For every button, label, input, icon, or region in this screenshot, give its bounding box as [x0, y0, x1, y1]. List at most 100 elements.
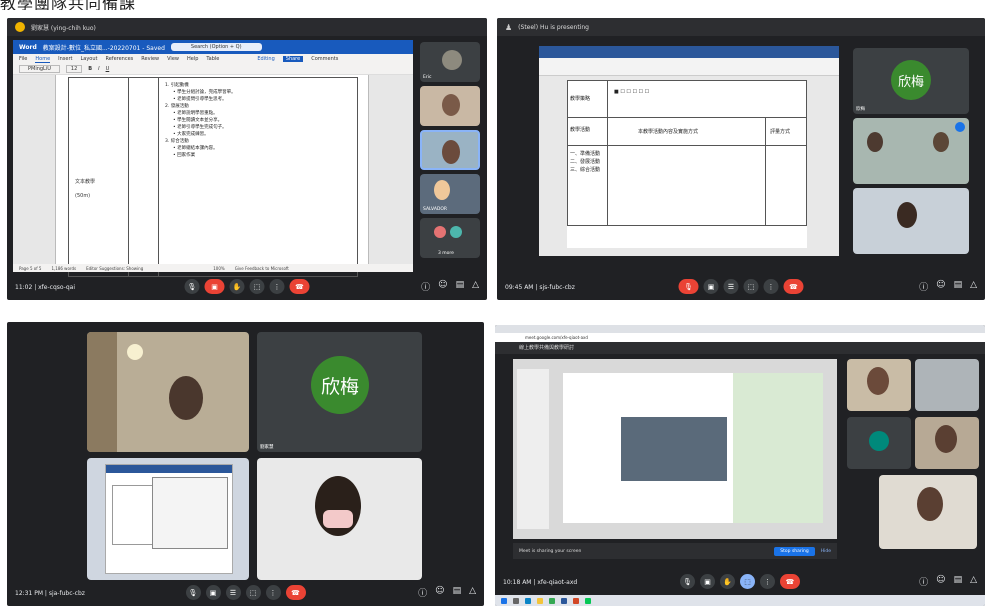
participant-tile[interactable]	[879, 475, 977, 549]
info-icon[interactable]: ⓘ	[421, 280, 430, 293]
camera-button[interactable]: ▣	[703, 279, 719, 294]
line-icon[interactable]	[585, 597, 591, 604]
info-icon[interactable]: ⓘ	[919, 280, 928, 293]
captions-button[interactable]: ☰	[723, 279, 739, 294]
participant-tile[interactable]	[87, 332, 249, 452]
present-button[interactable]: ⬚	[740, 574, 755, 589]
tab-home[interactable]: Home	[35, 56, 51, 63]
word-file-name[interactable]: 教案設計-數位_私立國...-20220701 - Saved	[43, 43, 165, 52]
present-button[interactable]: ⬚	[245, 585, 261, 600]
participant-tile[interactable]: 欣梅 欣梅	[853, 48, 969, 114]
tab-review[interactable]: Review	[141, 56, 159, 62]
present-button[interactable]: ⬚	[743, 279, 759, 294]
more-options-button[interactable]: ⋮	[760, 574, 775, 589]
tab-layout[interactable]: Layout	[80, 56, 97, 62]
participant-tile[interactable]	[915, 359, 979, 411]
camera-button[interactable]: ▣	[700, 574, 715, 589]
meet-controls: 10:18 AM | xfe-qiaot-axd 🎙 ▣ ✋ ⬚ ⋮ ☎ ⓘ ☺…	[495, 569, 985, 595]
more-participants-tile[interactable]: 3 more	[420, 218, 480, 258]
captions-button[interactable]: ☰	[225, 585, 241, 600]
editing-button[interactable]: Editing	[257, 56, 274, 62]
comments-button[interactable]: Comments	[311, 56, 338, 62]
present-button[interactable]: ⬚	[249, 279, 265, 294]
raise-hand-button[interactable]: ✋	[720, 574, 735, 589]
more-options-button[interactable]: ⋮	[265, 585, 281, 600]
participant-tile[interactable]	[847, 417, 911, 469]
participant-tile[interactable]	[915, 417, 979, 469]
activities-icon[interactable]: △	[970, 575, 977, 588]
mic-off-button[interactable]: 🎙	[678, 279, 699, 294]
chrome-icon[interactable]	[549, 597, 555, 604]
edge-icon[interactable]	[525, 597, 531, 604]
participant-tile[interactable]: Eric	[420, 42, 480, 82]
mic-button[interactable]: 🎙	[680, 574, 695, 589]
meeting-info: 09:45 AM | sjs-fubc-cbz	[505, 283, 575, 291]
more-options-button[interactable]: ⋮	[763, 279, 779, 294]
tab-view[interactable]: View	[167, 56, 179, 62]
people-icon[interactable]: ☺	[936, 575, 945, 588]
status-feedback[interactable]: Give Feedback to Microsoft	[235, 266, 289, 271]
share-button[interactable]: Share	[282, 56, 304, 62]
word-document-window[interactable]: Word 教案設計-數位_私立國...-20220701 - Saved Sea…	[13, 40, 413, 277]
activities-icon[interactable]: △	[472, 280, 479, 293]
participant-tile[interactable]	[257, 458, 422, 580]
start-icon[interactable]	[501, 597, 507, 604]
chat-icon[interactable]: ▤	[456, 280, 465, 293]
url-text[interactable]: meet.google.com/xfe-qiaot-axd	[525, 335, 588, 340]
word-icon[interactable]	[561, 597, 567, 604]
tab-help[interactable]: Help	[187, 56, 198, 62]
info-icon[interactable]: ⓘ	[919, 575, 928, 588]
end-call-button[interactable]: ☎	[285, 585, 306, 600]
activities-icon[interactable]: △	[970, 280, 977, 293]
mic-button[interactable]: 🎙	[184, 279, 200, 294]
tab-table[interactable]: Table	[206, 56, 219, 62]
people-icon[interactable]: ☺	[936, 280, 945, 293]
italic-button[interactable]: I	[98, 66, 99, 72]
more-options-button[interactable]: ⋮	[269, 279, 285, 294]
stop-sharing-button[interactable]: Stop sharing	[774, 546, 815, 556]
doc-cell: 本教學活動內容及實施方式	[608, 118, 766, 145]
powerpoint-icon[interactable]	[573, 597, 579, 604]
participant-tile[interactable]: SALVADOR	[420, 174, 480, 214]
tab-insert[interactable]: Insert	[58, 56, 72, 62]
participant-tile[interactable]	[847, 359, 911, 411]
chat-icon[interactable]: ▤	[954, 280, 963, 293]
shared-screen-tile[interactable]	[87, 458, 249, 580]
activities-icon[interactable]: △	[469, 586, 476, 599]
camera-button[interactable]: ▣	[205, 585, 221, 600]
info-icon[interactable]: ⓘ	[418, 586, 427, 599]
status-zoom[interactable]: 100%	[213, 266, 224, 271]
pin-icon[interactable]	[955, 122, 965, 132]
participant-tile-active[interactable]	[420, 130, 480, 170]
people-icon[interactable]: ☺	[435, 586, 444, 599]
end-call-button[interactable]: ☎	[783, 279, 804, 294]
participant-tile[interactable]	[420, 86, 480, 126]
end-call-button[interactable]: ☎	[289, 279, 310, 294]
mic-button[interactable]: 🎙	[185, 585, 201, 600]
raise-hand-button[interactable]: ✋	[229, 279, 245, 294]
bold-button[interactable]: B	[88, 66, 92, 72]
hide-button[interactable]: Hide	[821, 549, 837, 554]
folder-icon[interactable]	[537, 597, 543, 604]
shared-word-document[interactable]: 教學策略 ■ ☐ ☐ ☐ ☐ ☐ 教學活動 本教學活動內容及實施方式 評量方式 …	[539, 46, 839, 256]
shared-powerpoint[interactable]	[513, 359, 837, 539]
word-page[interactable]: 文本教學 (50m) 1. 引起動機 • 學生分組討論，完成學習單。 • 老師提…	[55, 75, 369, 277]
table-col-blank	[129, 78, 159, 276]
chat-icon[interactable]: ▤	[954, 575, 963, 588]
underline-button[interactable]: U	[106, 66, 110, 72]
camera-off-button[interactable]: ▣	[204, 279, 225, 294]
participant-tile[interactable]	[853, 118, 969, 184]
tab-file[interactable]: File	[19, 56, 27, 62]
end-call-button[interactable]: ☎	[780, 574, 800, 589]
font-size-select[interactable]: 12	[65, 65, 83, 73]
participant-name: 劉家慧	[260, 445, 274, 450]
people-icon[interactable]: ☺	[438, 280, 447, 293]
tab-references[interactable]: References	[105, 56, 133, 62]
search-icon[interactable]	[513, 597, 519, 604]
participant-tile[interactable]: 欣梅 劉家慧	[257, 332, 422, 452]
participant-tile[interactable]	[853, 188, 969, 254]
chat-icon[interactable]: ▤	[453, 586, 462, 599]
font-select[interactable]: PMingLiU	[19, 65, 60, 73]
face-mask	[323, 510, 353, 528]
word-search-input[interactable]: Search (Option + Q)	[170, 43, 262, 51]
